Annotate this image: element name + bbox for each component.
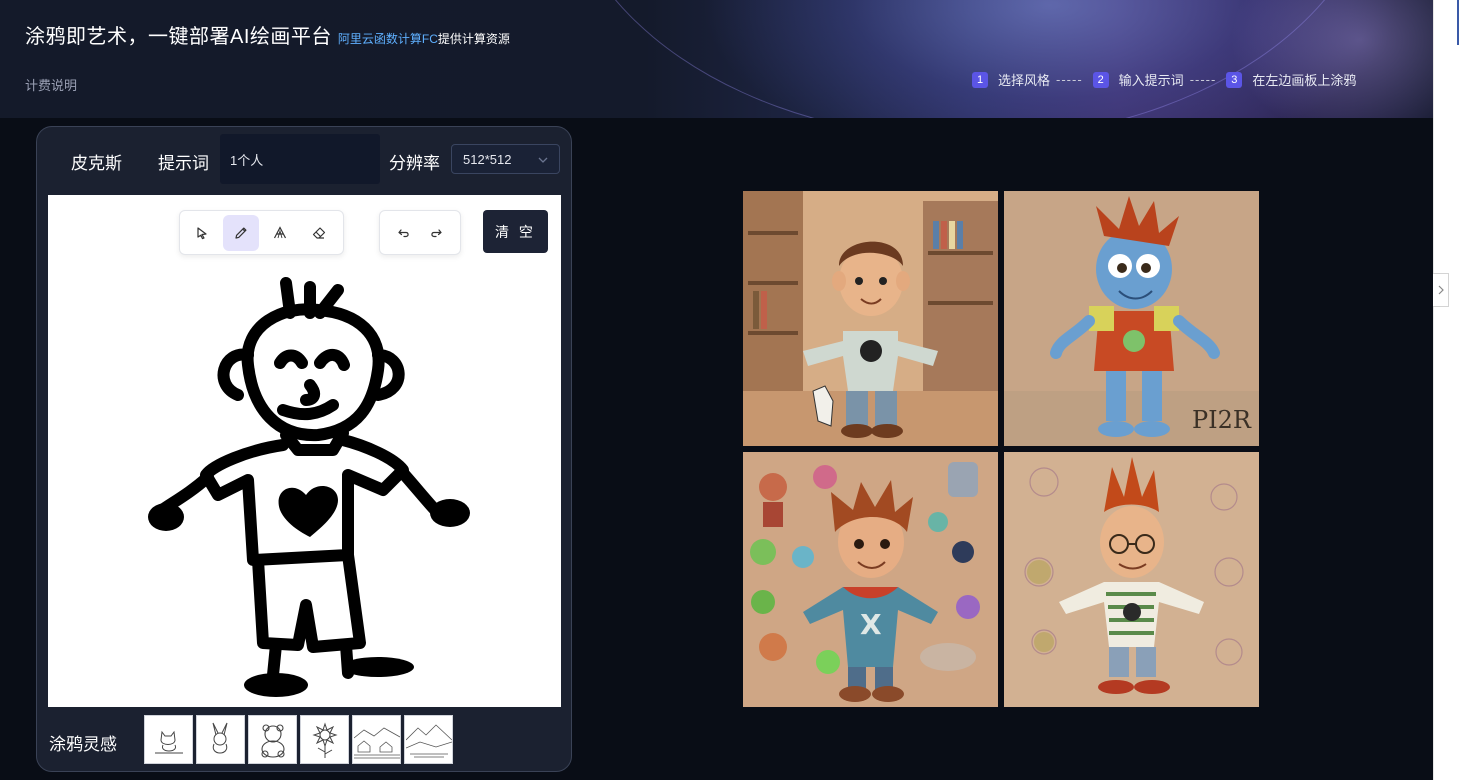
- step-separator: -----: [1056, 72, 1083, 87]
- inspiration-list: [144, 715, 456, 764]
- prompt-input[interactable]: [220, 134, 380, 184]
- chevron-right-icon: [1438, 285, 1444, 295]
- inspiration-label: 涂鸦灵感: [49, 735, 117, 754]
- steps-guide: 1 选择风格 ----- 2 输入提示词 ----- 3 在左边画板上涂鸦: [972, 70, 1356, 89]
- boy-with-glasses-image: [1024, 457, 1244, 694]
- text-tool-button[interactable]: [262, 215, 298, 251]
- step-label: 选择风格: [998, 73, 1051, 88]
- provider-link[interactable]: 阿里云函数计算FC: [338, 30, 438, 47]
- pencil-tool-button[interactable]: [223, 214, 259, 251]
- sunflower-sketch-icon: [311, 721, 338, 758]
- inspiration-sunflower[interactable]: [300, 715, 349, 764]
- eraser-tool-button[interactable]: [301, 215, 337, 251]
- header-banner: 涂鸦即艺术，一键部署AI绘画平台 阿里云函数计算FC 提供计算资源 计费说明 1…: [0, 0, 1433, 118]
- svg-text:PI2R: PI2R: [1192, 406, 1252, 434]
- resolution-select[interactable]: 512*512: [451, 144, 560, 174]
- chevron-down-icon: [538, 157, 548, 163]
- inspiration-rabbit[interactable]: [196, 715, 245, 764]
- drawing-panel: 皮克斯 提示词 分辨率 512*512: [36, 126, 572, 772]
- step-number: 1: [972, 71, 988, 88]
- step-separator: -----: [1189, 72, 1217, 87]
- rabbit-sketch-icon: [212, 722, 227, 753]
- inspiration-village[interactable]: [352, 715, 401, 764]
- history-toolbar: [379, 210, 461, 255]
- select-tool-button[interactable]: [184, 215, 220, 251]
- clear-button[interactable]: 清 空: [483, 210, 548, 253]
- resolution-value: 512*512: [463, 151, 512, 167]
- boy-with-monsters-image: X: [750, 462, 980, 702]
- step-label: 输入提示词: [1118, 73, 1184, 88]
- drawing-canvas[interactable]: 清 空: [48, 195, 561, 707]
- doodle-drawing: [148, 277, 470, 697]
- blue-creature-image: PI2R: [1004, 196, 1259, 446]
- result-image[interactable]: X: [743, 452, 998, 707]
- mountains-sketch-icon: [405, 723, 452, 757]
- eraser-icon: [312, 226, 326, 239]
- step-number: 2: [1092, 71, 1109, 88]
- style-name[interactable]: 皮克斯: [71, 149, 122, 174]
- redo-icon[interactable]: [428, 225, 444, 241]
- boy-in-library-image: [743, 191, 998, 446]
- undo-icon[interactable]: [396, 225, 412, 241]
- result-image[interactable]: [743, 191, 998, 446]
- page-title: 涂鸦即艺术，一键部署AI绘画平台: [25, 26, 332, 48]
- pencil-icon: [235, 227, 247, 239]
- cursor-arrow-icon: [197, 226, 207, 239]
- step-label: 在左边画板上涂鸦: [1252, 73, 1357, 88]
- step-number: 3: [1226, 71, 1243, 88]
- result-image[interactable]: PI2R: [1004, 191, 1259, 446]
- billing-link[interactable]: 计费说明: [25, 75, 77, 94]
- provider-suffix: 提供计算资源: [437, 32, 510, 46]
- resolution-label: 分辨率: [389, 154, 440, 173]
- inspiration-mountains[interactable]: [404, 715, 453, 764]
- bear-sketch-icon: [260, 723, 285, 758]
- drawing-toolbar: [179, 210, 344, 255]
- village-sketch-icon: [353, 727, 400, 758]
- result-image[interactable]: [1004, 452, 1259, 707]
- prompt-label: 提示词: [158, 154, 209, 173]
- title-row: 涂鸦即艺术，一键部署AI绘画平台 阿里云函数计算FC 提供计算资源: [25, 20, 510, 49]
- cat-sketch-icon: [154, 730, 183, 753]
- collapse-toggle[interactable]: [1433, 273, 1449, 307]
- inspiration-bear[interactable]: [248, 715, 297, 764]
- app: 涂鸦即艺术，一键部署AI绘画平台 阿里云函数计算FC 提供计算资源 计费说明 1…: [0, 0, 1433, 780]
- right-edge-panel: [1433, 0, 1459, 780]
- results-grid: PI2R X: [743, 191, 1259, 707]
- svg-text:X: X: [860, 608, 882, 641]
- text-icon: [273, 225, 287, 238]
- inspiration-cat[interactable]: [144, 715, 193, 764]
